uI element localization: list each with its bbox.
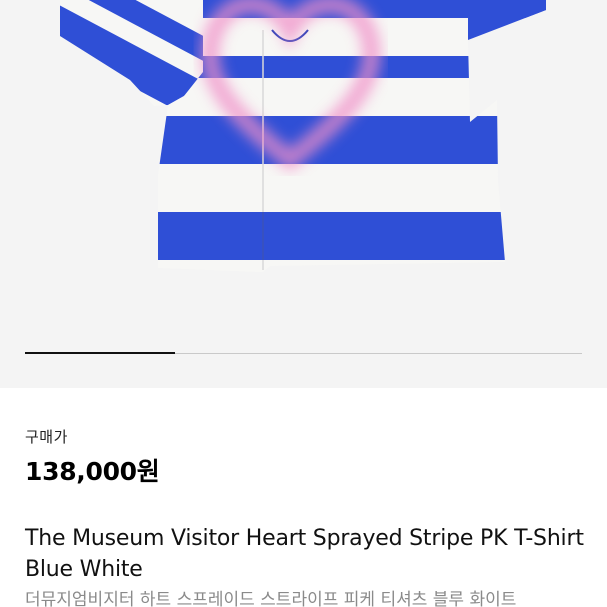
product-title: The Museum Visitor Heart Sprayed Stripe … xyxy=(25,526,584,582)
product-detail-page: 구매가 138,000원 The Museum Visitor Heart Sp… xyxy=(0,0,607,607)
striped-tshirt-image xyxy=(60,0,546,272)
gallery-progress-indicator xyxy=(25,352,176,354)
product-subtitle: 더뮤지엄비지터 하트 스프레이드 스트라이프 피케 티셔츠 블루 화이트 xyxy=(25,590,517,607)
price-value: 138,000원 xyxy=(25,457,160,486)
product-image-gallery[interactable] xyxy=(0,0,607,388)
gallery-progress-track xyxy=(25,352,582,354)
price-label: 구매가 xyxy=(25,428,68,446)
